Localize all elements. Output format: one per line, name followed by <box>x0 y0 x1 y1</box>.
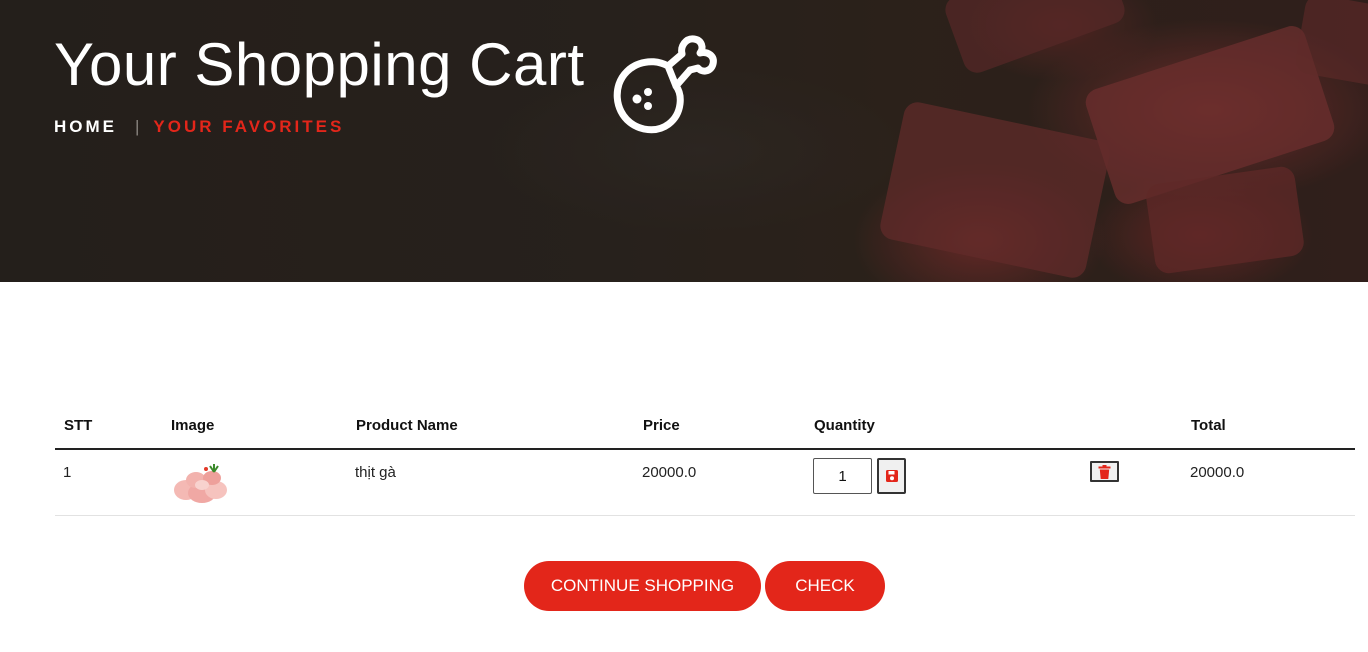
trash-icon <box>1098 464 1111 479</box>
breadcrumb-separator: | <box>135 117 140 136</box>
row-image-cell <box>162 449 347 516</box>
quantity-input[interactable] <box>813 458 872 494</box>
hero-banner: Your Shopping Cart HOME | YOUR FAVORITES <box>0 0 1368 282</box>
row-product-name: thịt gà <box>347 449 634 516</box>
table-header-row: STT Image Product Name Price Quantity To… <box>55 402 1355 450</box>
breadcrumb: HOME | YOUR FAVORITES <box>54 117 344 137</box>
column-header-stt: STT <box>55 402 162 450</box>
row-price: 20000.0 <box>634 449 805 516</box>
quantity-control <box>813 458 1064 494</box>
row-delete-cell <box>1072 449 1182 516</box>
cart-table: STT Image Product Name Price Quantity To… <box>55 402 1355 516</box>
breadcrumb-home-link[interactable]: HOME <box>54 117 117 137</box>
save-quantity-button[interactable] <box>877 458 906 494</box>
continue-shopping-button[interactable]: CONTINUE SHOPPING <box>524 561 761 611</box>
row-quantity-cell <box>805 449 1072 516</box>
delete-item-button[interactable] <box>1090 461 1119 482</box>
cart-actions: CONTINUE SHOPPING CHECK <box>524 561 885 611</box>
column-header-image: Image <box>162 402 347 450</box>
row-stt: 1 <box>55 449 162 516</box>
column-header-actions <box>1072 402 1182 450</box>
column-header-quantity: Quantity <box>805 402 1072 450</box>
column-header-price: Price <box>634 402 805 450</box>
drumstick-icon <box>613 35 717 134</box>
chicken-product-image[interactable] <box>172 460 230 506</box>
page-title: Your Shopping Cart <box>54 31 585 98</box>
floppy-disk-icon <box>885 470 898 482</box>
check-button[interactable]: CHECK <box>765 561 885 611</box>
row-total: 20000.0 <box>1182 449 1355 516</box>
column-header-product-name: Product Name <box>347 402 634 450</box>
breadcrumb-favorites-link[interactable]: YOUR FAVORITES <box>153 117 344 137</box>
table-row: 1 thịt gà 20000.0 1 20000.0 <box>55 449 1355 516</box>
column-header-total: Total <box>1182 402 1355 450</box>
